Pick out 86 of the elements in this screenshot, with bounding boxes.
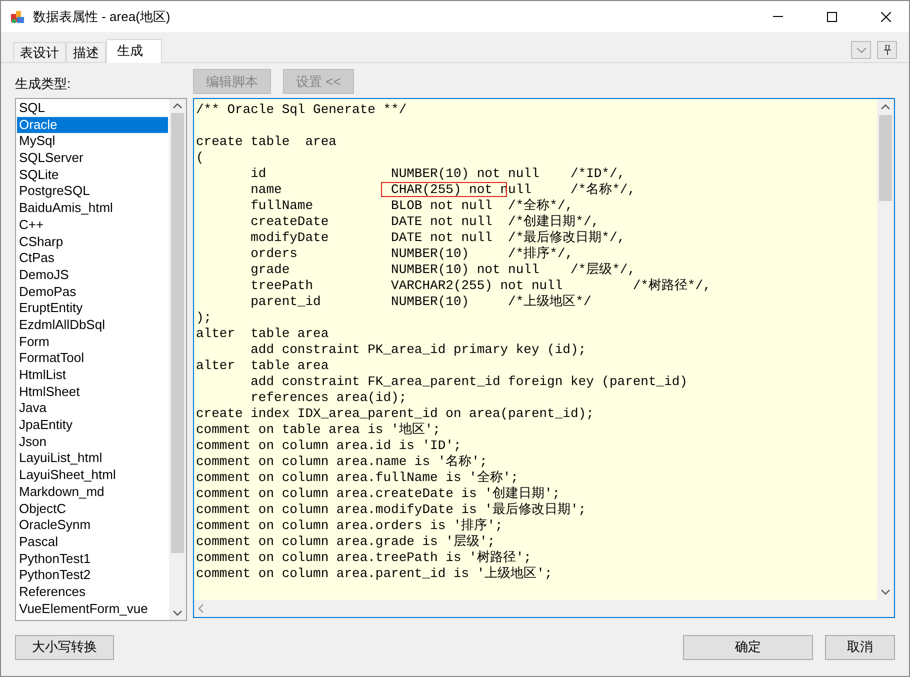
tab[interactable]: 生成 [106,39,162,63]
pin-button[interactable] [877,41,897,59]
scrollbar-thumb[interactable] [879,114,892,201]
scroll-down-icon[interactable] [173,610,182,616]
generate-type-label: 生成类型: [15,75,72,93]
code-line: ); [196,310,212,325]
list-item[interactable]: VueElementForm_vue [17,600,168,618]
code-line: comment on column area.createDate is '创建日期'; [196,486,560,501]
list-item[interactable]: Java [17,400,168,418]
ok-button[interactable]: 确定 [683,634,813,660]
list-item[interactable]: EzdmlAllDbSql [17,316,168,334]
list-item[interactable]: DemoJS [17,266,168,284]
code-line: parent_id NUMBER(10) /*上级地区*/ [250,294,592,309]
code-line: comment on column area.modifyDate is '最后修改日期'; [196,502,586,517]
horizontal-scrollbar[interactable] [194,600,894,617]
scroll-down-icon[interactable] [881,589,890,595]
minimize-icon [773,16,783,17]
list-item[interactable]: BaiduAmis_html [17,200,168,217]
list-item[interactable]: EruptEntity [17,300,168,317]
chevron-down-icon [856,48,866,52]
code-line: comment on column area.orders is '排序'; [196,518,503,533]
list-item[interactable]: Pascal [17,534,168,551]
code-line: ( [196,150,204,165]
code-line: createDate DATE not null /*创建日期*/, [250,214,600,229]
code-line: treePath VARCHAR2(255) not null /*树路径*/, [250,278,711,293]
case-convert-button[interactable]: 大小写转换 [15,634,114,660]
list-item[interactable]: References [17,584,168,601]
code-line: add constraint PK_area_id primary key (id); [250,342,586,357]
code-line: comment on table area is '地区'; [196,422,440,437]
code-line: /** Oracle Sql Generate **/ [196,102,407,117]
code-line: id NUMBER(10) not null /*ID*/, [250,166,626,181]
list-item[interactable]: SQLite [17,166,168,184]
code-line: alter table area [196,326,329,341]
code-line: create index IDX_area_parent_id on area(parent_id); [196,406,594,421]
list-item[interactable]: PostgreSQL [17,183,168,200]
code-line: comment on column area.name is '名称'; [196,454,488,469]
tab[interactable]: 描述 [66,42,106,62]
list-item[interactable]: SQLServer [17,150,168,167]
code-line: references area(id); [250,390,407,405]
scroll-up-icon[interactable] [173,103,182,109]
code-line: modifyDate DATE not null /*最后修改日期*/, [250,230,626,245]
code-line: comment on column area.grade is '层级'; [196,534,496,549]
code-line: add constraint FK_area_parent_id foreign key (parent_id) [250,374,688,389]
list-item[interactable]: Oracle [17,116,168,134]
tab[interactable]: 表设计 [13,42,66,62]
list-item[interactable]: Json [17,434,168,450]
pin-icon [884,45,890,55]
code-line: comment on column area.parent_id is '上级地区'; [196,566,552,581]
code-line: alter table area [196,358,329,373]
dropdown-button[interactable] [851,41,871,59]
list-item[interactable]: HtmlSheet [17,384,168,400]
maximize-icon [827,12,837,22]
list-item[interactable]: JpaEntity [17,417,168,434]
list-item[interactable]: Form [17,334,168,350]
scroll-left-icon[interactable] [198,604,204,613]
scrollbar-thumb[interactable] [171,113,184,553]
scrollbar[interactable] [877,98,894,600]
close-icon [881,12,891,22]
app-icon [11,10,25,24]
list-item[interactable]: ObjectC [17,500,168,518]
code-line: fullName BLOB not null /*全称*/, [250,198,574,213]
code-line: comment on column area.fullName is '全称'; [196,470,518,485]
window-title: 数据表属性 - area(地区) [33,8,172,26]
list-item[interactable]: C++ [17,216,168,234]
list-item[interactable]: FormatTool [17,350,168,367]
list-item[interactable]: LayuiSheet_html [17,467,168,484]
list-item[interactable]: LayuiList_html [17,450,168,468]
list-item[interactable]: DemoPas [17,284,168,300]
list-item[interactable]: Markdown_md [17,484,168,500]
cancel-button[interactable]: 取消 [825,634,895,660]
scroll-up-icon[interactable] [881,104,890,110]
list-item[interactable]: CtPas [17,250,168,267]
code-editor[interactable] [193,98,895,618]
list-item[interactable]: PythonTest1 [17,550,168,568]
code-line: create table area [196,134,336,149]
list-item[interactable]: OracleSynm [17,517,168,534]
list-item[interactable]: CSharp [17,234,168,250]
code-line: orders NUMBER(10) /*排序*/, [250,246,574,261]
list-item[interactable]: MySql [17,133,168,150]
list-item[interactable]: SQL [17,100,168,117]
code-line: comment on column area.treePath is '树路径'; [196,550,532,565]
list-item[interactable]: PythonTest2 [17,567,168,584]
code-line: grade NUMBER(10) not null /*层级*/, [250,262,636,277]
list-item[interactable]: HtmlList [17,367,168,384]
scrollbar[interactable] [169,99,186,620]
code-line: comment on column area.id is 'ID'; [196,438,462,453]
